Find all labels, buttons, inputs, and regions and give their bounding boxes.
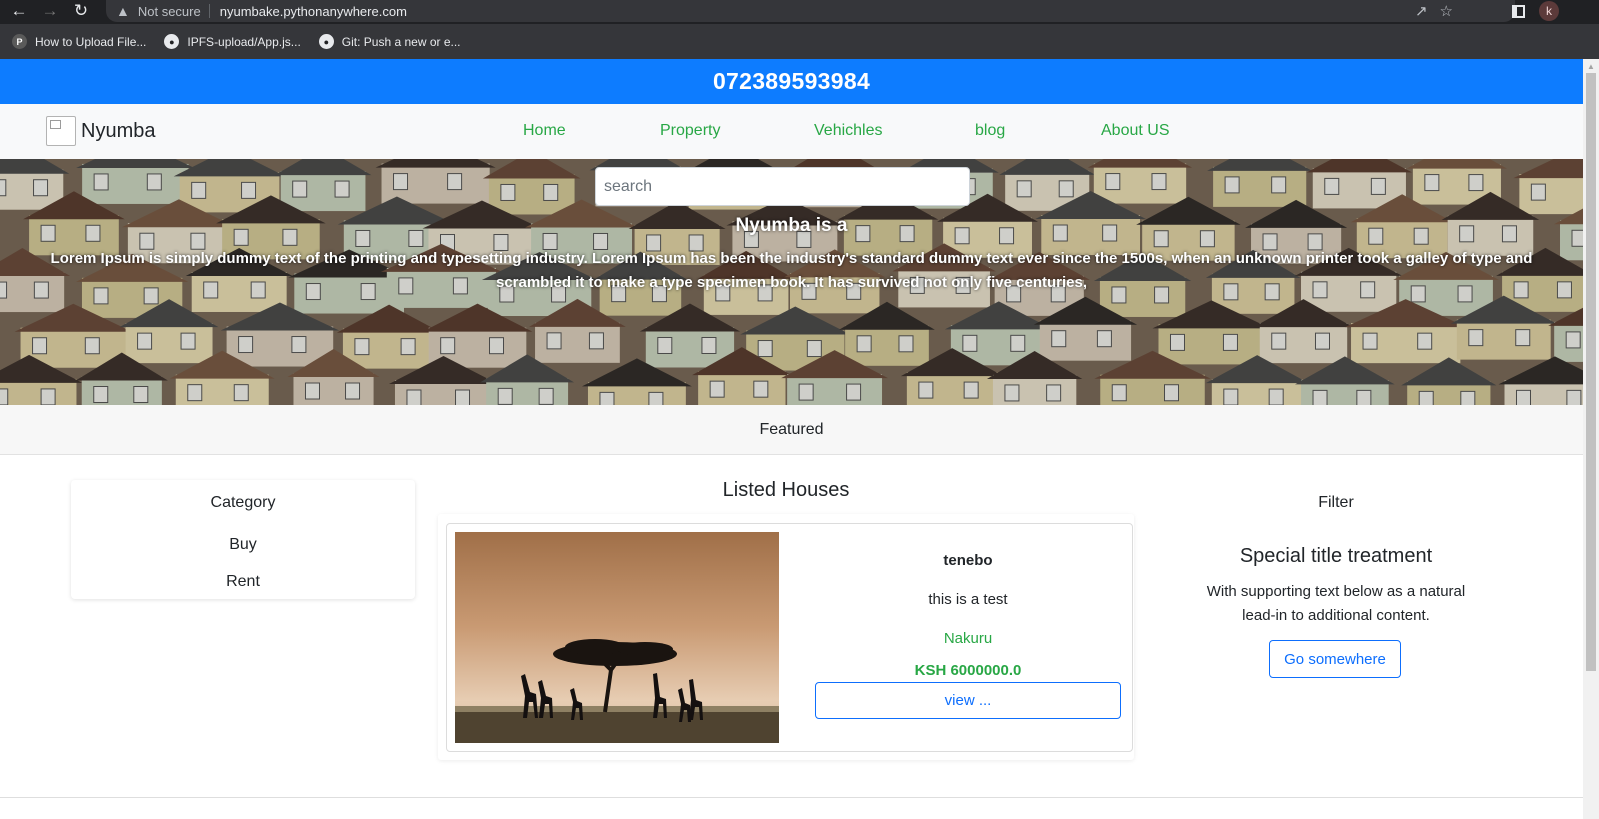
side-panel-icon[interactable]: [1512, 4, 1525, 18]
nav-about-us[interactable]: About US: [1101, 122, 1169, 140]
bookmark-star-icon[interactable]: ☆: [1440, 2, 1453, 20]
nav-property[interactable]: Property: [660, 122, 720, 140]
broken-logo-image-icon: [46, 116, 76, 146]
phone-banner: 072389593984: [0, 59, 1583, 104]
profile-avatar[interactable]: k: [1539, 1, 1559, 21]
url-text[interactable]: nyumbake.pythonanywhere.com: [220, 4, 407, 19]
featured-bar: Featured: [0, 405, 1583, 455]
house-description: this is a test: [928, 591, 1008, 608]
house-location: Nakuru: [943, 630, 993, 647]
special-card-text: With supporting text below as a natural …: [1206, 583, 1466, 624]
bookmark-label: Git: Push a new or e...: [341, 34, 461, 49]
warning-triangle-icon[interactable]: ▲: [116, 3, 130, 19]
share-icon[interactable]: ↗: [1415, 2, 1428, 20]
hero-description: Lorem Ipsum is simply dummy text of the …: [50, 250, 1533, 291]
bookmarks-bar: P How to Upload File... ● IPFS-upload/Ap…: [0, 24, 1599, 59]
github-icon: ●: [318, 34, 334, 49]
category-card: Category Buy Rent: [71, 480, 415, 599]
vertical-scrollbar[interactable]: ▲: [1583, 59, 1599, 819]
omnibox-divider: [208, 4, 210, 18]
bookmark-label: How to Upload File...: [35, 34, 147, 49]
section-divider: [0, 797, 1583, 798]
brand-name: Nyumba: [81, 119, 156, 142]
scroll-up-arrow-icon[interactable]: ▲: [1587, 62, 1595, 71]
house-photo: [455, 532, 779, 743]
featured-label: Featured: [759, 420, 824, 438]
main-navbar: Nyumba Home Property Vehichles blog Abou…: [0, 104, 1583, 159]
bookmark-item[interactable]: ● Git: Push a new or e...: [318, 34, 461, 49]
hero-banner: Nyumba is a Lorem Ipsum is simply dummy …: [0, 159, 1583, 405]
house-name: tenebo: [943, 552, 993, 569]
nav-home[interactable]: Home: [523, 122, 566, 140]
category-title: Category: [210, 494, 276, 511]
bookmark-label: IPFS-upload/App.js...: [187, 34, 301, 49]
view-house-button[interactable]: view ...: [815, 682, 1121, 719]
browser-toolbar: ← → ↻ ▲ Not secure nyumbake.pythonanywhe…: [0, 0, 1599, 24]
category-rent[interactable]: Rent: [71, 573, 415, 591]
house-card: tenebo this is a test Nakuru KSH 6000000…: [446, 523, 1133, 752]
back-arrow-icon[interactable]: ←: [8, 0, 30, 22]
search-input[interactable]: [595, 167, 970, 206]
house-price: KSH 6000000.0: [914, 662, 1022, 679]
savanna-giraffes-image: [455, 532, 779, 743]
security-label[interactable]: Not secure: [138, 4, 201, 19]
brand-link[interactable]: Nyumba: [46, 116, 155, 146]
special-card-title: Special title treatment: [1239, 545, 1433, 567]
scroll-thumb[interactable]: [1586, 73, 1596, 671]
page-viewport: 072389593984 Nyumba Home Property Vehich…: [0, 59, 1583, 819]
bookmark-item[interactable]: ● IPFS-upload/App.js...: [164, 34, 301, 49]
github-icon: ●: [164, 34, 180, 49]
category-buy[interactable]: Buy: [71, 536, 415, 554]
upload-site-icon: P: [12, 34, 27, 49]
listed-houses-title: Listed Houses: [722, 479, 850, 501]
bookmark-item[interactable]: P How to Upload File...: [12, 34, 146, 49]
phone-number: 072389593984: [712, 68, 871, 94]
go-somewhere-button[interactable]: Go somewhere: [1269, 640, 1401, 678]
address-bar[interactable]: ▲ Not secure nyumbake.pythonanywhere.com…: [106, 0, 1515, 22]
hero-title: Nyumba is a: [735, 215, 848, 236]
forward-arrow-icon[interactable]: →: [39, 0, 61, 22]
nav-vehicles[interactable]: Vehichles: [814, 122, 883, 140]
nav-blog[interactable]: blog: [975, 122, 1005, 140]
filter-title: Filter: [1318, 494, 1354, 511]
house-details: tenebo this is a test Nakuru KSH 6000000…: [815, 524, 1121, 753]
reload-icon[interactable]: ↻: [70, 0, 92, 22]
